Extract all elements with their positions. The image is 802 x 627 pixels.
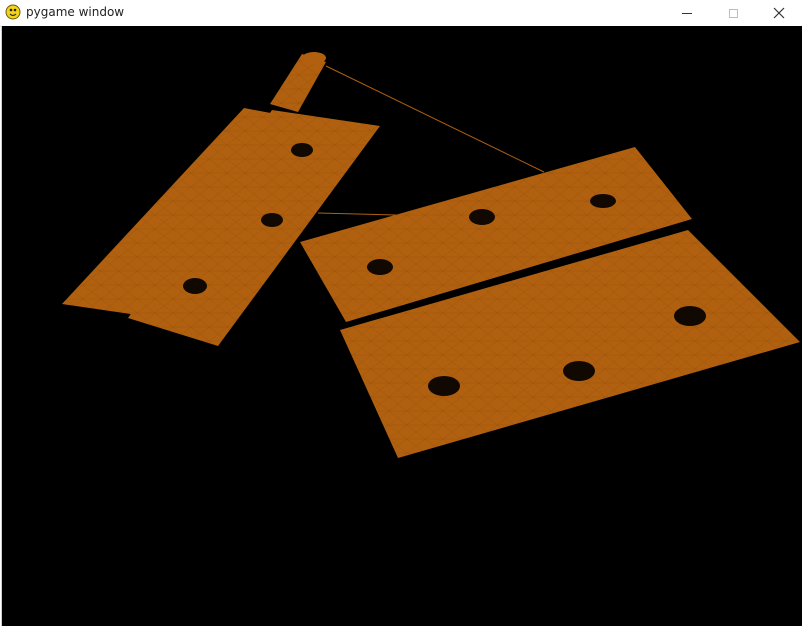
- title-bar[interactable]: pygame window: [0, 0, 802, 27]
- hinge-leaf-left: [62, 52, 380, 346]
- screw-hole: [590, 194, 616, 208]
- screw-hole: [428, 376, 460, 396]
- screw-hole: [674, 306, 706, 326]
- screw-hole: [291, 143, 313, 157]
- screw-hole: [367, 259, 393, 275]
- minimize-icon: [682, 12, 692, 14]
- maximize-icon: [728, 8, 738, 18]
- render-viewport[interactable]: [1, 26, 802, 626]
- maximize-button[interactable]: [710, 0, 756, 26]
- minimize-button[interactable]: [664, 0, 710, 26]
- connector-line: [325, 65, 545, 173]
- pygame-icon: [5, 4, 21, 20]
- window-title: pygame window: [26, 5, 125, 19]
- pygame-window: pygame window: [0, 0, 802, 627]
- connector-line: [317, 212, 397, 216]
- 3d-scene: [62, 52, 800, 458]
- screw-hole: [563, 361, 595, 381]
- screw-hole: [261, 213, 283, 227]
- close-button[interactable]: [756, 0, 802, 26]
- screw-hole: [183, 278, 207, 294]
- screw-hole: [469, 209, 495, 225]
- close-icon: [773, 7, 785, 19]
